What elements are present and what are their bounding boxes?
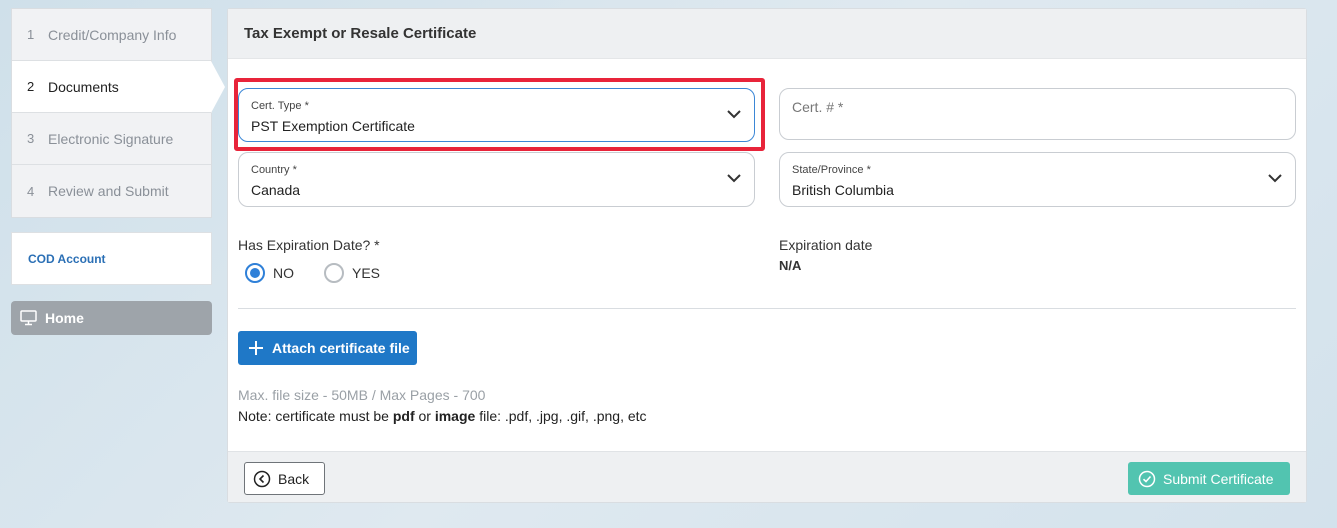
plus-icon [249,341,263,355]
check-circle-icon [1138,470,1156,487]
country-label: Country * [251,164,297,176]
has-expiration-label: Has Expiration Date? * [238,237,380,253]
section-divider [238,308,1296,309]
max-file-size-text: Max. file size - 50MB / Max Pages - 700 [238,387,486,403]
radio-yes[interactable]: YES [324,263,380,283]
radio-yes-label: YES [352,265,381,281]
back-label: Back [278,470,310,487]
attach-label: Attach certificate file [272,340,410,356]
note-suffix: file: .pdf, .jpg, .gif, .png, etc [475,408,647,424]
step-number: 2 [27,79,35,94]
step-credit-company-info[interactable]: 1 Credit/Company Info [12,9,211,61]
expiration-date-label: Expiration date [779,237,873,253]
step-number: 3 [27,131,35,146]
state-province-label: State/Province * [792,164,871,176]
radio-no[interactable]: NO [245,263,294,283]
step-number: 4 [27,183,35,199]
note-pdf: pdf [392,408,415,424]
step-number: 1 [27,27,35,42]
submit-certificate-button[interactable]: Submit Certificate [1128,462,1290,495]
country-select[interactable]: Country * Canada [238,152,755,207]
radio-no-circle[interactable] [245,263,265,283]
chevron-down-icon [1268,174,1282,183]
back-button[interactable]: Back [244,462,325,495]
country-value: Canada [251,182,301,198]
state-province-value: British Columbia [792,182,894,198]
cert-type-select[interactable]: Cert. Type * PST Exemption Certificate [238,88,755,142]
chevron-down-icon [727,110,741,119]
note-image: image [434,408,476,424]
attach-certificate-button[interactable]: Attach certificate file [238,331,417,365]
cert-type-value: PST Exemption Certificate [251,118,415,134]
certificate-panel: Tax Exempt or Resale Certificate Cert. T… [227,8,1307,503]
steps-nav: 1 Credit/Company Info 2 Documents 3 Elec… [11,8,225,218]
chevron-left-circle-icon [253,470,271,487]
cod-account-link[interactable]: COD Account [11,232,212,285]
state-province-select[interactable]: State/Province * British Columbia [779,152,1296,207]
chevron-down-icon [727,174,741,183]
panel-footer: Back Submit Certificate [228,451,1306,502]
expiration-date-value: N/A [779,258,802,273]
submit-label: Submit Certificate [1163,470,1274,487]
note-prefix: Note: certificate must be [238,408,393,424]
step-label: Electronic Signature [48,130,174,147]
step-label: Review and Submit [48,183,169,199]
note-or: or [414,408,435,424]
step-label: Credit/Company Info [48,26,177,43]
step-documents[interactable]: 2 Documents [12,61,225,113]
home-label: Home [45,310,84,326]
step-label: Documents [48,78,119,95]
cert-type-label: Cert. Type * [251,100,309,112]
expiration-radio-group: NO YES [245,263,410,283]
file-type-note: Note: certificate must be pdf or image f… [238,408,647,424]
step-review-and-submit[interactable]: 4 Review and Submit [12,165,211,217]
panel-title: Tax Exempt or Resale Certificate [228,9,1306,59]
cert-number-label: Cert. # * [792,99,844,115]
monitor-icon [20,310,37,326]
radio-no-label: NO [273,265,294,281]
home-button[interactable]: Home [11,301,212,335]
step-electronic-signature[interactable]: 3 Electronic Signature [12,113,211,165]
cert-number-input[interactable]: Cert. # * [779,88,1296,140]
radio-yes-circle[interactable] [324,263,344,283]
